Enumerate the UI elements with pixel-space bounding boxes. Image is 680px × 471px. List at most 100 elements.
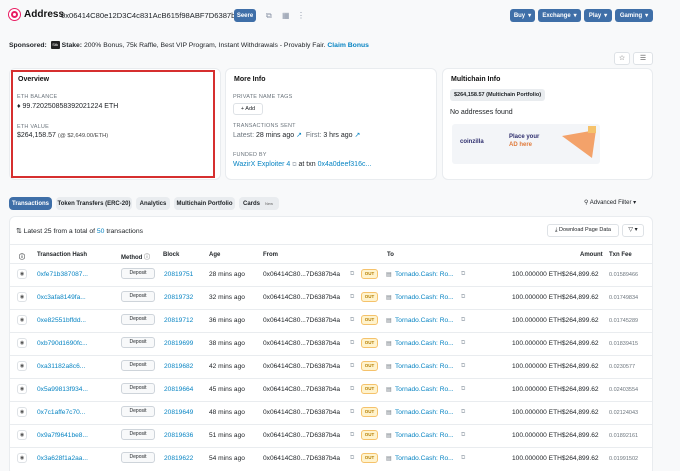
- block-link[interactable]: 20819649: [164, 409, 193, 416]
- table-row: ◉ 0xa31182a8c6... Deposit 20819682 42 mins a…: [9, 355, 653, 378]
- eye-icon[interactable]: ◉: [17, 315, 27, 325]
- from-address[interactable]: 0x06414C80...7D6387b4a: [263, 386, 340, 393]
- funded-txn-link[interactable]: 0x4a0deef316c...: [318, 161, 372, 168]
- copy-icon[interactable]: ⧉: [461, 340, 465, 347]
- tx-hash-link[interactable]: 0x7c1affe7c70...: [37, 409, 85, 416]
- to-address-link[interactable]: Tornado.Cash: Ro...: [395, 432, 454, 439]
- tx-hash-link[interactable]: 0xe82551bffdd...: [37, 317, 86, 324]
- copy-icon[interactable]: ⧉: [350, 317, 354, 324]
- copy-icon[interactable]: ⧉: [461, 317, 465, 324]
- document-icon: ▤: [386, 272, 392, 278]
- col-age[interactable]: Age: [209, 252, 220, 258]
- tab-analytics[interactable]: Analytics: [136, 197, 170, 210]
- block-link[interactable]: 20819732: [164, 294, 193, 301]
- from-address[interactable]: 0x06414C80...7D6387b4a: [263, 409, 340, 416]
- copy-icon[interactable]: ⧉: [350, 455, 354, 462]
- block-link[interactable]: 20819664: [164, 386, 193, 393]
- copy-icon[interactable]: ⧉: [461, 386, 465, 393]
- col-amount[interactable]: Amount: [580, 252, 603, 258]
- from-address[interactable]: 0x06414C80...7D6387b4a: [263, 317, 340, 324]
- filter-dropdown-button[interactable]: ▽ ▾: [622, 224, 644, 237]
- tx-hash-link[interactable]: 0x5a99813f934...: [37, 386, 88, 393]
- star-icon[interactable]: ☆: [614, 52, 630, 65]
- txn-fee-text: 0.01991502: [609, 456, 639, 462]
- from-address[interactable]: 0x06414C80...7D6387b4a: [263, 363, 340, 370]
- from-address[interactable]: 0x06414C80...7D6387b4a: [263, 340, 340, 347]
- copy-icon[interactable]: ⧉: [350, 363, 354, 370]
- tx-hash-link[interactable]: 0x9a7f9641be8...: [37, 432, 88, 439]
- copy-icon[interactable]: ⧉: [350, 271, 354, 278]
- to-address-link[interactable]: Tornado.Cash: Ro...: [395, 363, 454, 370]
- seere-button[interactable]: Seere: [234, 9, 256, 22]
- tx-hash-link[interactable]: 0xfe71b387087...: [37, 271, 88, 278]
- eye-icon[interactable]: ◉: [17, 430, 27, 440]
- block-link[interactable]: 20819682: [164, 363, 193, 370]
- block-link[interactable]: 20819751: [164, 271, 193, 278]
- to-address-link[interactable]: Tornado.Cash: Ro...: [395, 340, 454, 347]
- eye-icon[interactable]: ◉: [17, 292, 27, 302]
- play-button[interactable]: Play ▾: [584, 9, 612, 22]
- copy-icon[interactable]: ⧉: [350, 432, 354, 439]
- block-link[interactable]: 20819622: [164, 455, 193, 462]
- method-badge: Deposit: [121, 337, 155, 348]
- age-text: 48 mins ago: [209, 409, 245, 416]
- col-fee[interactable]: Txn Fee: [609, 252, 632, 258]
- tx-hash-link[interactable]: 0xb790d1690fc...: [37, 340, 88, 347]
- tab-cards[interactable]: Cards New: [239, 197, 279, 210]
- tx-hash-link[interactable]: 0x3a628f1a2aa...: [37, 455, 88, 462]
- eye-icon[interactable]: ◉: [17, 269, 27, 279]
- block-link[interactable]: 20819699: [164, 340, 193, 347]
- list-icon[interactable]: ☰: [633, 52, 653, 65]
- copy-icon[interactable]: ⧉: [461, 271, 465, 278]
- multichain-portfolio-badge[interactable]: $264,158.57 (Multichain Portfolio): [450, 89, 546, 101]
- to-address-link[interactable]: Tornado.Cash: Ro...: [395, 455, 454, 462]
- gaming-button[interactable]: Gaming ▾: [615, 9, 653, 22]
- to-address-link[interactable]: Tornado.Cash: Ro...: [395, 317, 454, 324]
- eye-icon[interactable]: ◉: [17, 453, 27, 463]
- table-row: ◉ 0xfe71b387087... Deposit 20819751 28 mins …: [9, 263, 653, 286]
- eye-icon[interactable]: ◉: [17, 384, 27, 394]
- from-address[interactable]: 0x06414C80...7D6387b4a: [263, 294, 340, 301]
- copy-icon[interactable]: ⧉: [461, 294, 465, 301]
- to-address-link[interactable]: Tornado.Cash: Ro...: [395, 271, 454, 278]
- age-text: 51 mins ago: [209, 432, 245, 439]
- from-address[interactable]: 0x06414C80...7D6387b4a: [263, 271, 340, 278]
- from-address[interactable]: 0x06414C80...7D6387b4a: [263, 455, 340, 462]
- claim-bonus-link[interactable]: Claim Bonus: [327, 42, 369, 49]
- tab-transactions[interactable]: Transactions: [9, 197, 52, 210]
- download-button[interactable]: ⤓ Download Page Data: [547, 224, 619, 237]
- eye-icon[interactable]: ◉: [17, 361, 27, 371]
- copy-icon[interactable]: ⧉: [266, 11, 272, 21]
- copy-icon[interactable]: ⧉: [350, 386, 354, 393]
- buy-button[interactable]: Buy ▾: [510, 9, 535, 22]
- more-icon[interactable]: ⋮: [297, 11, 305, 20]
- copy-icon[interactable]: ⧉: [461, 455, 465, 462]
- tx-hash-link[interactable]: 0xa31182a8c6...: [37, 363, 85, 370]
- eye-icon[interactable]: ◉: [17, 338, 27, 348]
- from-address[interactable]: 0x06414C80...7D6387b4a: [263, 432, 340, 439]
- to-address-link[interactable]: Tornado.Cash: Ro...: [395, 294, 454, 301]
- to-address-link[interactable]: Tornado.Cash: Ro...: [395, 386, 454, 393]
- add-tag-button[interactable]: + Add: [233, 103, 263, 115]
- eye-icon[interactable]: ◉: [17, 407, 27, 417]
- copy-icon[interactable]: ⧉: [350, 409, 354, 416]
- copy-icon[interactable]: ⧉: [350, 340, 354, 347]
- copy-icon[interactable]: ⧉: [461, 363, 465, 370]
- transactions-summary: ⇅ Latest 25 from a total of 50 transacti…: [16, 228, 144, 235]
- copy-icon[interactable]: ⧉: [350, 294, 354, 301]
- tx-hash-link[interactable]: 0xc3afa8149fa...: [37, 294, 86, 301]
- block-link[interactable]: 20819636: [164, 432, 193, 439]
- copy-icon[interactable]: ⧉: [461, 409, 465, 416]
- block-link[interactable]: 20819712: [164, 317, 193, 324]
- funded-by-link[interactable]: WazirX Exploiter 4: [233, 161, 290, 168]
- tab-multichain-portfolio[interactable]: Multichain Portfolio: [174, 197, 235, 210]
- txn-fee-text: 0.01749834: [609, 295, 639, 301]
- address-text[interactable]: 0x06414C80e12D3C4c831AcB615f98ABF7D6387b…: [61, 11, 244, 20]
- tab-token-transfers[interactable]: Token Transfers (ERC-20): [56, 197, 132, 210]
- to-address-link[interactable]: Tornado.Cash: Ro...: [395, 409, 454, 416]
- copy-icon[interactable]: ⧉: [461, 432, 465, 439]
- advanced-filter-button[interactable]: ⚲ Advanced Filter ▾: [584, 199, 636, 206]
- exchange-button[interactable]: Exchange ▾: [538, 9, 581, 22]
- ad-banner[interactable]: coinzilla Place your AD here: [452, 124, 600, 164]
- qr-code-icon[interactable]: ▦: [282, 11, 290, 20]
